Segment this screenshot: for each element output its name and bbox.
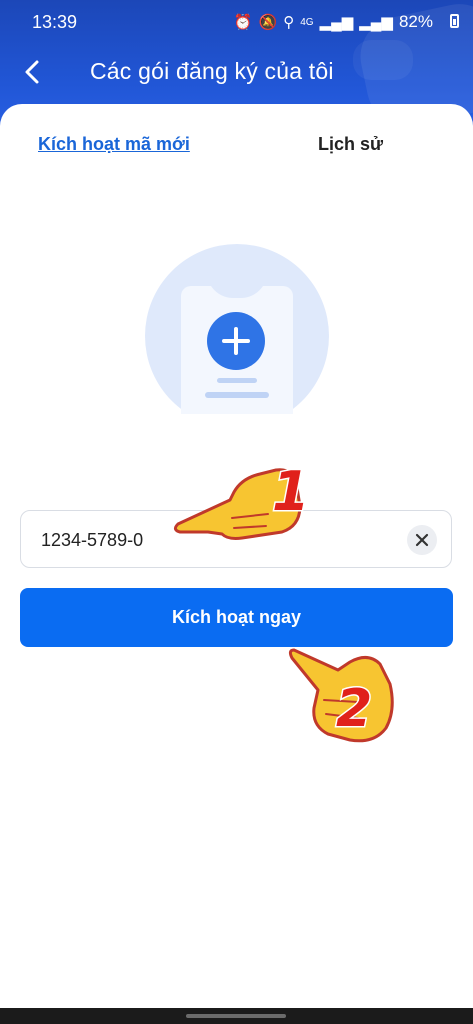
home-indicator[interactable] [186,1014,286,1018]
battery-icon [450,14,459,28]
activate-button-label: Kích hoạt ngay [171,607,301,627]
status-icons: ⏰ 🔕 ⚲ 4G ▂▄▆ ▂▄▆ 82% [234,12,433,32]
clear-input-button[interactable] [407,525,437,555]
document-notch [207,272,267,298]
close-icon [415,533,429,547]
plus-icon [207,312,265,370]
tab-history[interactable]: Lịch sử [318,134,383,155]
battery-percent: 82% [398,12,433,31]
add-code-illustration [145,244,329,414]
document-line [217,378,257,383]
status-bar: 13:39 ⏰ 🔕 ⚲ 4G ▂▄▆ ▂▄▆ 82% [0,0,473,44]
mute-icon: 🔕 [258,14,278,31]
alarm-icon: ⏰ [233,14,253,31]
main-card: Kích hoạt mã mới Lịch sử Kích hoạt ngay [0,104,473,1008]
location-icon: ⚲ [283,14,295,31]
plus-glyph [222,327,250,355]
signal-icon: ▂▄▆ [319,14,354,31]
app-header: Các gói đăng ký của tôi [0,44,473,100]
activate-now-button[interactable]: Kích hoạt ngay [20,588,453,647]
network-label: 4G [300,16,314,28]
annotation-number-2: 2 [336,679,372,739]
annotation-number-1: 1 [272,460,310,523]
chevron-left-icon [25,60,39,84]
pointing-hand-annotation-1: 1 [173,459,311,540]
tab-activate-new-code[interactable]: Kích hoạt mã mới [38,134,190,155]
signal-icon: ▂▄▆ [359,14,393,31]
page-title: Các gói đăng ký của tôi [90,58,334,84]
document-line [205,392,269,398]
pointing-hand-annotation-2: 2 [288,648,394,743]
status-time: 13:39 [32,12,78,32]
system-nav-bar [0,1008,473,1024]
back-button[interactable] [14,54,50,90]
